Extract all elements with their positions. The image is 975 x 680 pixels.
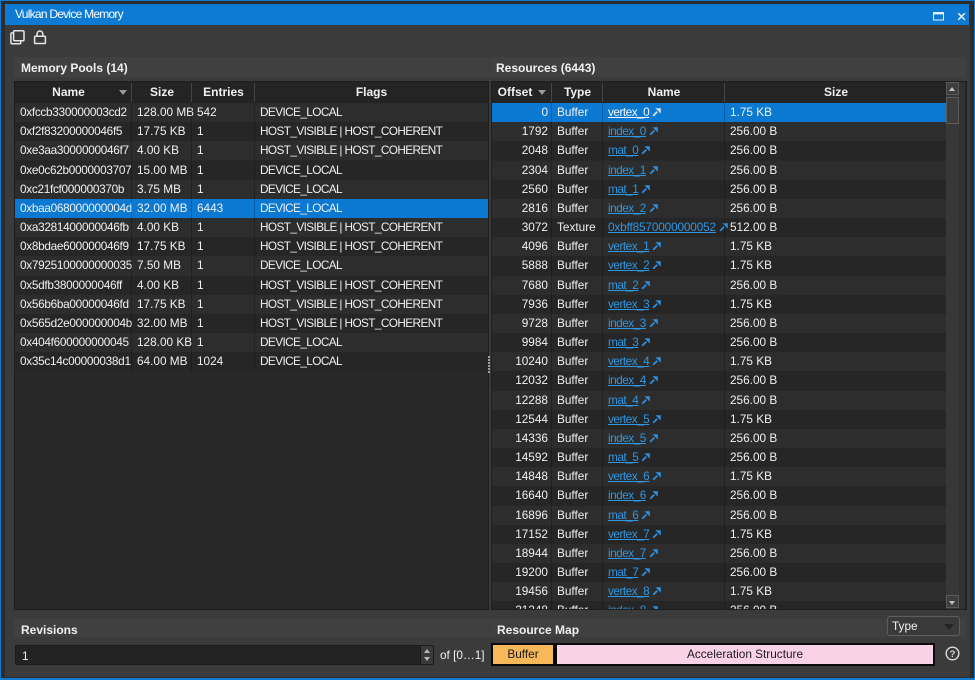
svg-text:?: ?	[950, 649, 956, 660]
